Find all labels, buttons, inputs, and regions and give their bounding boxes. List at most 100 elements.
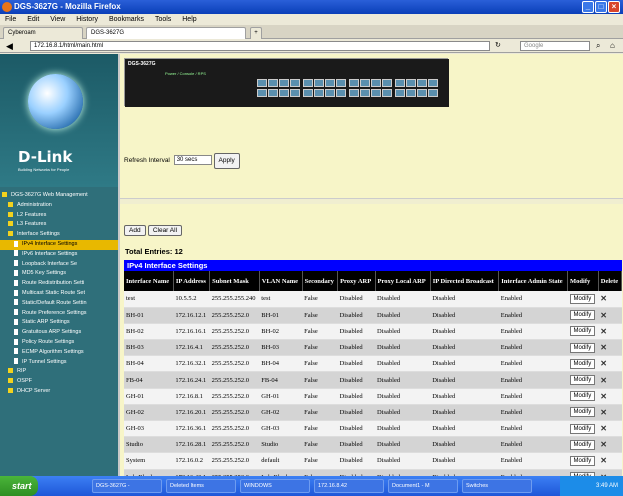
ethernet-port [314, 89, 324, 97]
tree-item[interactable]: Gratuitous ARP Settings [0, 328, 120, 338]
menu-edit[interactable]: Edit [27, 16, 39, 23]
delete-cell: ✕ [598, 355, 622, 373]
tree-item[interactable]: Route Redistribution Setti [0, 279, 120, 289]
tree-item[interactable]: MD5 Key Settings [0, 269, 120, 279]
modify-button[interactable]: Modify [569, 375, 596, 386]
taskbar-task[interactable]: Switches [462, 479, 532, 493]
address-bar[interactable]: 172.16.8.1/html/main.html [30, 41, 490, 51]
modify-button[interactable]: Modify [569, 455, 596, 466]
taskbar: start DGS-3627G - Deleted Items WINDOWS 172… [0, 476, 623, 496]
search-icon[interactable]: ⌕ [596, 40, 600, 52]
delete-icon[interactable]: ✕ [600, 294, 607, 303]
menu-history[interactable]: History [76, 16, 98, 23]
tree-item[interactable]: DGS-3627G Web Management [0, 191, 120, 201]
table-cell: Disabled [375, 436, 431, 454]
tree-item[interactable]: Static ARP Settings [0, 318, 120, 328]
minimize-button[interactable]: _ [582, 1, 594, 13]
column-header: Secondary [302, 271, 339, 291]
table-cell: BH-03 [259, 339, 303, 357]
modify-button[interactable]: Modify [569, 358, 596, 369]
refresh-interval-select[interactable]: 30 secs [173, 155, 212, 166]
tree-item[interactable]: Policy Route Settings [0, 338, 120, 348]
new-tab-button[interactable]: + [250, 27, 262, 39]
tree-item[interactable]: IPv4 Interface Settings [0, 239, 120, 250]
tree-item[interactable]: L2 Features [0, 211, 120, 221]
delete-icon[interactable]: ✕ [600, 456, 607, 465]
modify-button[interactable]: Modify [569, 407, 596, 418]
tree-item[interactable]: Loopback Interface Se [0, 260, 120, 270]
tree-item[interactable]: Multicast Static Route Set [0, 289, 120, 299]
taskbar-task[interactable]: WINDOWS [240, 479, 310, 493]
table-row: GH-01 172.16.8.1 255.255.252.0 GH-01 False Di… [124, 388, 622, 405]
modify-button[interactable]: Modify [569, 310, 596, 321]
menu-view[interactable]: View [50, 16, 65, 23]
modify-cell: Modify [567, 323, 599, 341]
tree-item[interactable]: L3 Features [0, 220, 120, 230]
delete-icon[interactable]: ✕ [600, 311, 607, 320]
modify-cell: Modify [567, 371, 599, 389]
tree-item[interactable]: Route Preference Settings [0, 309, 120, 319]
tab-cyberoam[interactable]: Cyberoam [3, 27, 83, 39]
table-row: test 10.5.5.2 255.255.255.240 test False Disa… [124, 291, 622, 308]
device-model-label: DGS-3627G [128, 61, 156, 67]
delete-icon[interactable]: ✕ [600, 392, 607, 401]
tree-item-label: IPv4 Interface Settings [22, 240, 78, 247]
delete-icon[interactable]: ✕ [600, 440, 607, 449]
delete-icon[interactable]: ✕ [600, 376, 607, 385]
ethernet-port [268, 89, 278, 97]
tab-dgs-3627g[interactable]: DGS-3627G [86, 27, 246, 39]
close-button[interactable]: × [608, 1, 620, 13]
tab-label: Cyberoam [8, 30, 36, 36]
tree-item[interactable]: DHCP Server [0, 387, 120, 397]
tree-item[interactable]: IP Tunnel Settings [0, 358, 120, 368]
start-button[interactable]: start [0, 476, 38, 496]
delete-icon[interactable]: ✕ [600, 359, 607, 368]
modify-button[interactable]: Modify [569, 423, 596, 434]
delete-icon[interactable]: ✕ [600, 424, 607, 433]
tree-item[interactable]: RIP [0, 367, 120, 377]
delete-icon[interactable]: ✕ [600, 408, 607, 417]
delete-icon[interactable]: ✕ [600, 327, 607, 336]
add-button[interactable]: Add [124, 225, 146, 236]
menu-file[interactable]: File [5, 16, 16, 23]
table-cell: BH-01 [259, 307, 303, 324]
clear-all-button[interactable]: Clear All [147, 225, 183, 236]
apply-button[interactable]: Apply [213, 153, 240, 169]
tree-item[interactable]: OSPF [0, 377, 120, 387]
ethernet-port [428, 89, 438, 97]
table-row: BH-03 172.16.4.1 255.255.252.0 BH-03 False Di… [124, 339, 622, 357]
tree-item[interactable]: Interface Settings [0, 230, 120, 240]
folder-icon [8, 221, 13, 227]
tree-item-label: Route Preference Settings [22, 309, 87, 316]
search-input[interactable]: Google [520, 41, 590, 51]
taskbar-task[interactable]: 172.16.8.42 [314, 479, 384, 493]
modify-button[interactable]: Modify [569, 293, 596, 304]
table-cell: GH-01 [259, 388, 303, 405]
menu-bookmarks[interactable]: Bookmarks [109, 16, 144, 23]
delete-icon[interactable]: ✕ [600, 343, 607, 352]
taskbar-task[interactable]: DGS-3627G - [92, 479, 162, 493]
ethernet-port [371, 79, 381, 87]
menu-tools[interactable]: Tools [155, 16, 171, 23]
tree-item[interactable]: Administration [0, 201, 120, 211]
taskbar-task[interactable]: Document1 - M [388, 479, 458, 493]
modify-button[interactable]: Modify [569, 439, 596, 450]
modify-button[interactable]: Modify [569, 326, 596, 337]
modify-button[interactable]: Modify [569, 391, 596, 402]
back-icon[interactable]: ◀ [6, 41, 13, 51]
tree-item[interactable]: Static/Default Route Settin [0, 299, 120, 309]
menu-help[interactable]: Help [182, 16, 196, 23]
navigation-tree: DGS-3627G Web Management Administration L2… [0, 191, 120, 397]
reload-icon[interactable]: ↻ [495, 41, 501, 51]
tree-item[interactable]: IPv6 Interface Settings [0, 250, 120, 260]
taskbar-task[interactable]: Deleted Items [166, 479, 236, 493]
maximize-button[interactable]: □ [595, 1, 607, 13]
home-icon[interactable]: ⌂ [610, 40, 615, 52]
total-entries: Total Entries: 12 [125, 247, 183, 256]
modify-button[interactable]: Modify [569, 342, 596, 353]
table-row: BH-02 172.16.16.1 255.255.252.0 BH-02 False D… [124, 323, 622, 341]
horizontal-scrollbar[interactable] [120, 198, 623, 204]
page-icon [14, 250, 18, 257]
table-cell: 255.255.252.0 [209, 355, 260, 373]
tree-item[interactable]: ECMP Algorithm Settings [0, 348, 120, 358]
